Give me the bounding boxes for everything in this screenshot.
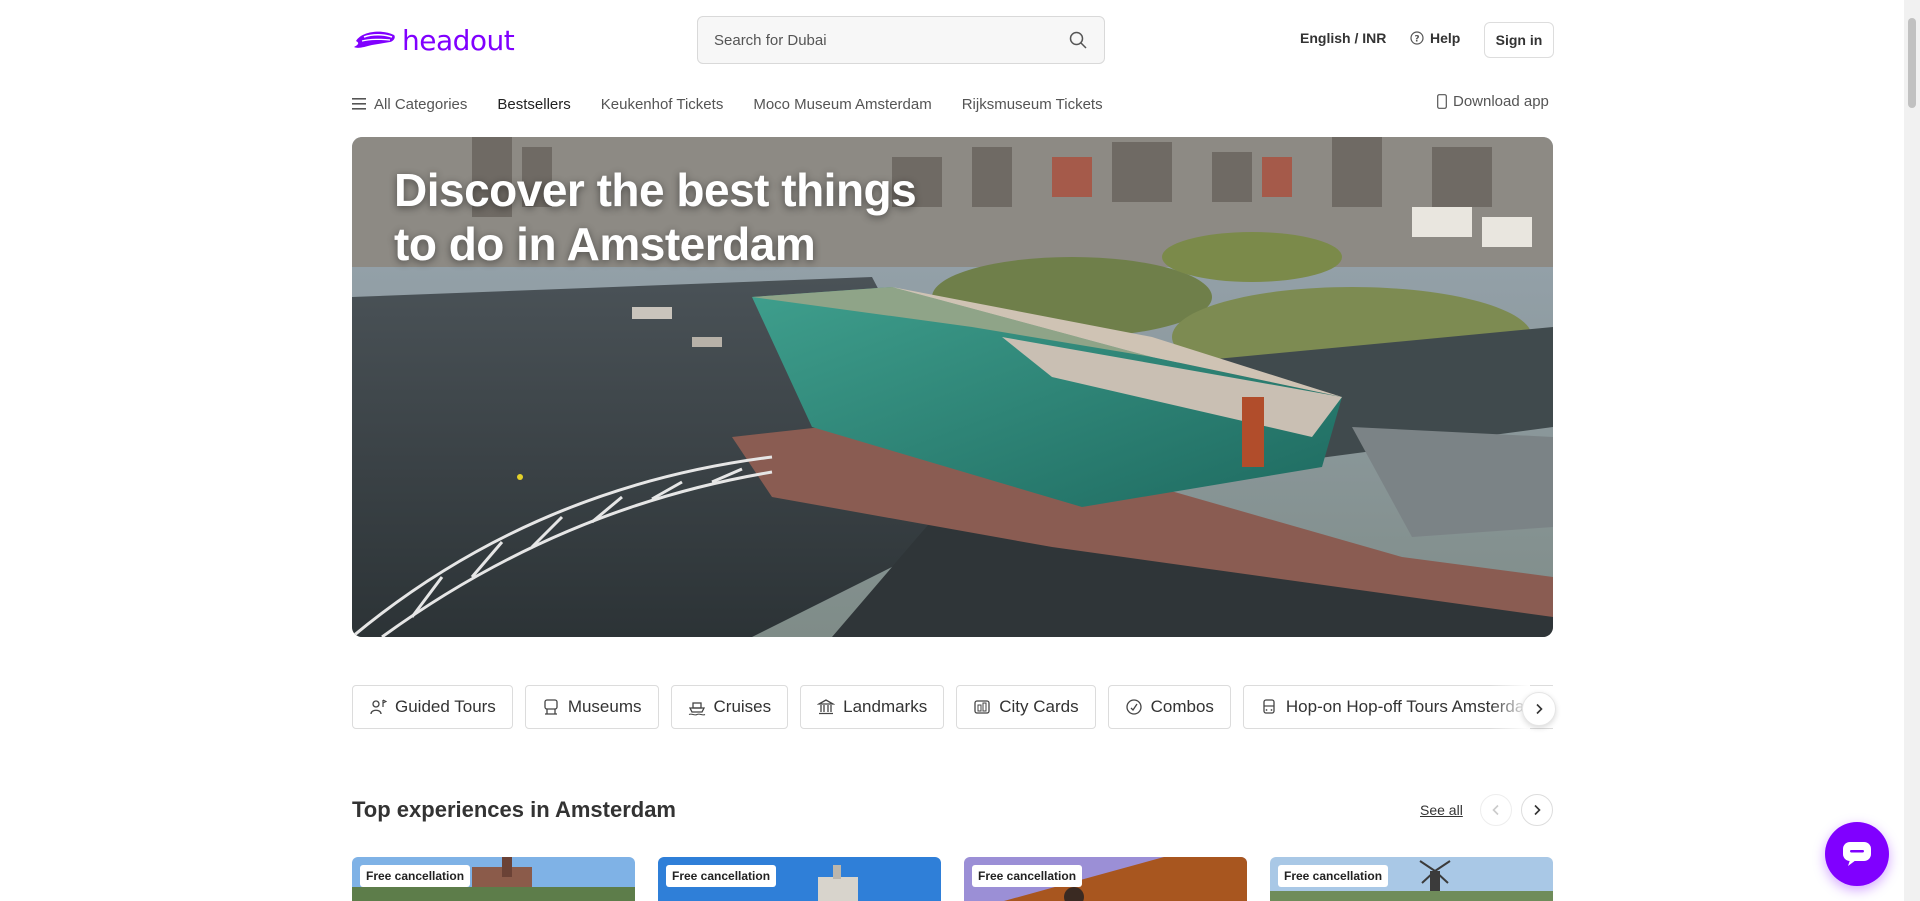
- ship-icon: [688, 698, 706, 716]
- category-pills: Guided Tours Museums Cruises Landmarks C…: [352, 685, 1553, 729]
- chevron-right-icon: [1534, 804, 1541, 816]
- free-cancellation-badge: Free cancellation: [666, 865, 777, 887]
- carousel-next-button[interactable]: [1521, 794, 1553, 826]
- scrollbar-thumb[interactable]: [1908, 18, 1916, 108]
- hero-title: Discover the best things to do in Amster…: [394, 164, 917, 270]
- pill-label: Museums: [567, 697, 642, 716]
- city-card-icon: [973, 698, 991, 716]
- guide-icon: [369, 698, 387, 716]
- language-currency-selector[interactable]: English / INR: [1300, 30, 1386, 46]
- search-icon[interactable]: [1068, 30, 1088, 50]
- all-categories-menu[interactable]: All Categories: [352, 96, 467, 113]
- pill-label: Combos: [1150, 697, 1214, 716]
- all-categories-label: All Categories: [374, 95, 468, 113]
- pill-museums[interactable]: Museums: [524, 685, 659, 729]
- pill-label: Cruises: [713, 697, 772, 716]
- headout-logo[interactable]: headout: [352, 22, 515, 58]
- experience-card[interactable]: Free cancellation: [352, 857, 635, 901]
- chat-icon: [1843, 842, 1871, 866]
- experience-card[interactable]: Free cancellation: [964, 857, 1247, 901]
- chevron-right-icon: [1536, 703, 1543, 715]
- free-cancellation-badge: Free cancellation: [1278, 865, 1389, 887]
- chevron-left-icon: [1492, 804, 1499, 816]
- landmark-icon: [817, 698, 836, 716]
- chat-button[interactable]: [1825, 822, 1889, 886]
- pill-combos[interactable]: Combos: [1107, 685, 1231, 729]
- combo-icon: [1125, 698, 1143, 716]
- see-all-link[interactable]: See all: [1420, 802, 1463, 818]
- nav-item-keukenhof[interactable]: Keukenhof Tickets: [601, 96, 724, 113]
- hero-banner[interactable]: Discover the best things to do in Amster…: [352, 137, 1553, 637]
- download-app-link[interactable]: Download app: [1437, 93, 1549, 110]
- experience-card[interactable]: Free cancellation: [1270, 857, 1553, 901]
- site-header: headout English / INR ? Help Sign in: [0, 0, 1904, 82]
- pills-next-button[interactable]: [1522, 692, 1556, 726]
- search-bar[interactable]: [697, 16, 1105, 64]
- section-title: Top experiences in Amsterdam: [352, 797, 676, 822]
- pill-city-cards[interactable]: City Cards: [956, 685, 1096, 729]
- sign-in-button[interactable]: Sign in: [1484, 22, 1554, 58]
- pill-label: Landmarks: [843, 697, 928, 716]
- bus-icon: [1260, 698, 1278, 716]
- experience-card[interactable]: Free cancellation: [658, 857, 941, 901]
- nav-item-rijksmuseum[interactable]: Rijksmuseum Tickets: [962, 96, 1103, 113]
- pill-landmarks[interactable]: Landmarks: [800, 685, 945, 729]
- category-nav: All Categories Bestsellers Keukenhof Tic…: [352, 92, 1133, 116]
- free-cancellation-badge: Free cancellation: [360, 865, 471, 887]
- museum-icon: [542, 698, 560, 716]
- pill-guided-tours[interactable]: Guided Tours: [352, 685, 513, 729]
- carousel-prev-button[interactable]: [1480, 794, 1512, 826]
- pill-label: City Cards: [999, 697, 1079, 716]
- headout-logo-icon: [354, 31, 395, 48]
- phone-icon: [1437, 94, 1447, 109]
- nav-item-moco-museum[interactable]: Moco Museum Amsterdam: [753, 96, 931, 113]
- svg-text:?: ?: [1414, 35, 1419, 45]
- page-scrollbar[interactable]: [1904, 0, 1920, 901]
- pill-cruises[interactable]: Cruises: [670, 685, 789, 729]
- help-icon: ?: [1410, 31, 1424, 45]
- search-input[interactable]: [714, 31, 1068, 49]
- logo-text: headout: [402, 23, 515, 57]
- pill-label: Guided Tours: [395, 697, 496, 716]
- nav-item-bestsellers[interactable]: Bestsellers: [497, 96, 570, 113]
- help-label: Help: [1430, 30, 1461, 46]
- free-cancellation-badge: Free cancellation: [972, 865, 1083, 887]
- help-link[interactable]: ? Help: [1410, 30, 1460, 46]
- hamburger-icon: [352, 98, 366, 110]
- download-app-label: Download app: [1453, 93, 1549, 110]
